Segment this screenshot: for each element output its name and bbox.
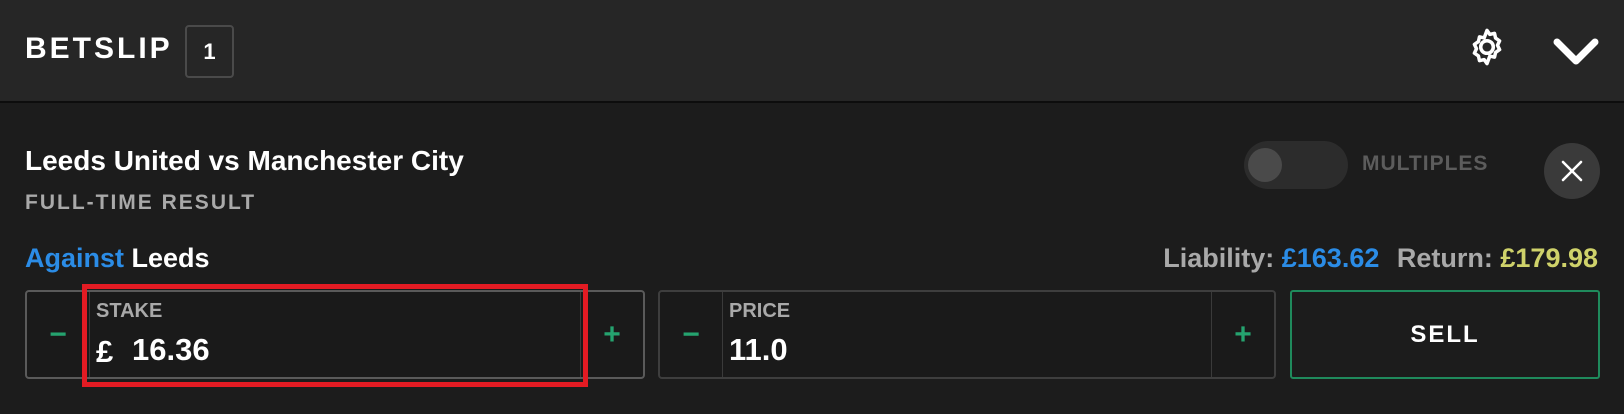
- liability-value: £163.62: [1281, 243, 1380, 273]
- price-label: PRICE: [729, 300, 791, 322]
- sell-button[interactable]: SELL: [1290, 290, 1600, 379]
- betslip-header: BETSLIP 1: [0, 0, 1624, 103]
- divider: [89, 292, 90, 377]
- stake-input[interactable]: [132, 332, 432, 368]
- close-icon: [1561, 160, 1583, 182]
- remove-bet-button[interactable]: [1544, 143, 1600, 199]
- betslip-title: BETSLIP: [25, 32, 173, 65]
- return-value: £179.98: [1500, 243, 1598, 273]
- chevron-down-icon[interactable]: [1551, 32, 1601, 72]
- price-field: − PRICE +: [658, 290, 1276, 379]
- bet-summary: Liability: £163.62 Return: £179.98: [1163, 243, 1598, 274]
- price-input[interactable]: [729, 332, 1029, 368]
- stake-label: STAKE: [96, 300, 163, 322]
- multiples-toggle[interactable]: [1244, 141, 1348, 189]
- multiples-label: MULTIPLES: [1362, 152, 1489, 175]
- stake-field: − STAKE £ +: [25, 290, 645, 379]
- price-increase-button[interactable]: +: [1212, 292, 1274, 377]
- stake-increase-button[interactable]: +: [581, 292, 643, 377]
- stake-currency: £: [96, 334, 114, 369]
- match-title: Leeds United vs Manchester City: [25, 145, 464, 176]
- bet-side: Against: [25, 243, 125, 273]
- toggle-knob: [1248, 148, 1282, 182]
- return-label: Return:: [1396, 243, 1493, 273]
- selection-name: Leeds: [131, 243, 210, 273]
- gear-icon[interactable]: [1466, 26, 1508, 68]
- bet-count-badge: 1: [185, 25, 234, 78]
- market-name: FULL-TIME RESULT: [25, 191, 257, 214]
- stake-decrease-button[interactable]: −: [27, 292, 89, 377]
- price-decrease-button[interactable]: −: [660, 292, 722, 377]
- selection-line: Against Leeds: [25, 243, 210, 274]
- divider: [722, 292, 723, 377]
- liability-label: Liability:: [1163, 243, 1275, 273]
- bet-card: Leeds United vs Manchester City FULL-TIM…: [0, 105, 1624, 414]
